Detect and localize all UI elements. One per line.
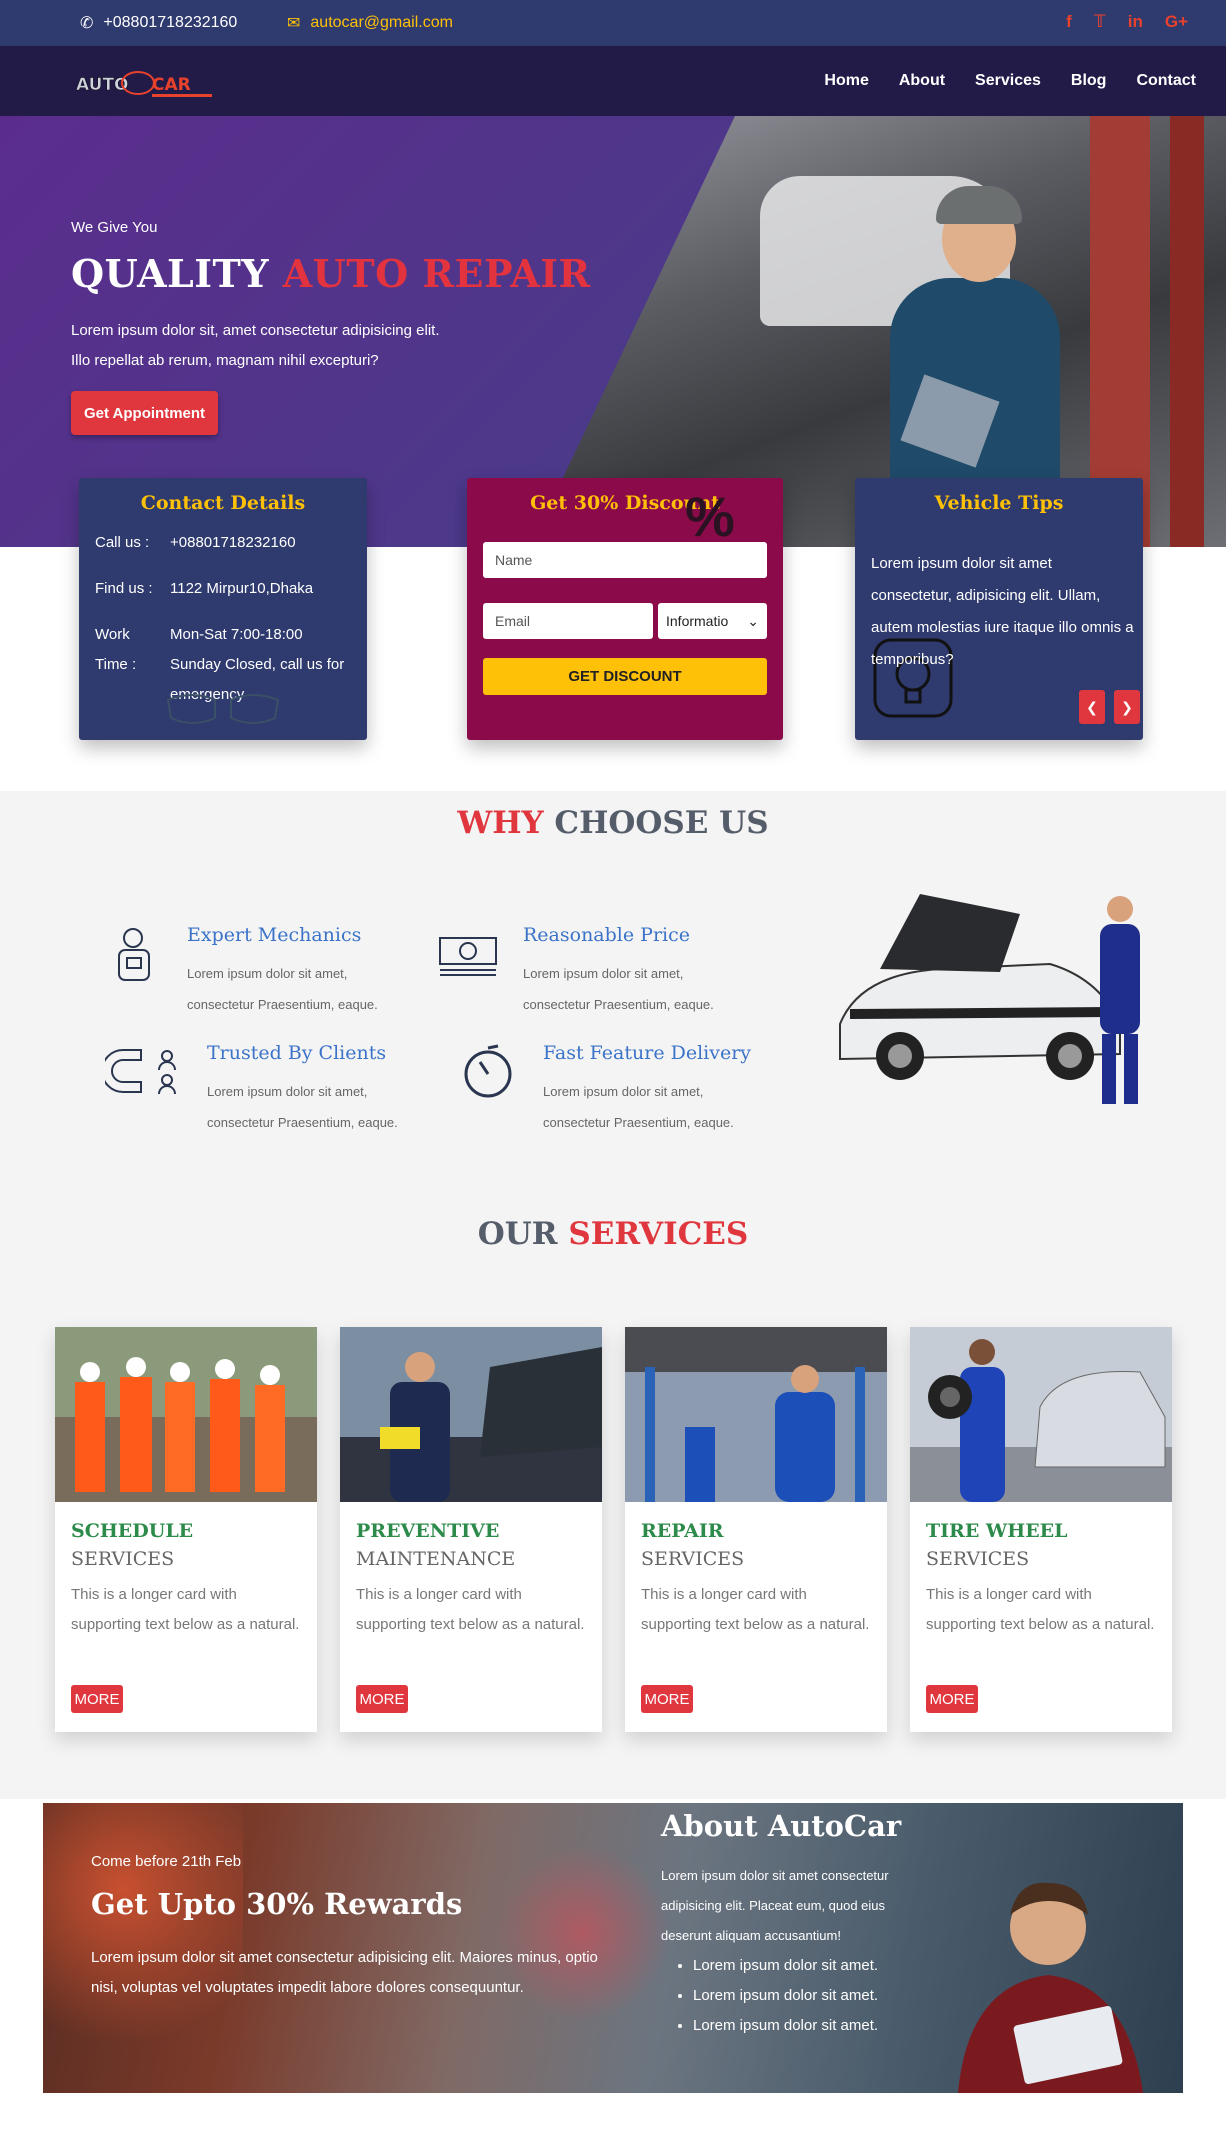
more-button[interactable]: MORE bbox=[356, 1685, 408, 1713]
phone-icon: ✆ bbox=[80, 15, 94, 32]
nav-blog[interactable]: Blog bbox=[1071, 72, 1107, 90]
vehicle-tips-box: Vehicle Tips Lorem ipsum dolor sit amet … bbox=[855, 478, 1143, 740]
list-item: Lorem ipsum dolor sit amet. bbox=[693, 2011, 953, 2041]
service-image bbox=[340, 1327, 602, 1502]
more-button[interactable]: MORE bbox=[641, 1685, 693, 1713]
feature-title: Trusted By Clients bbox=[207, 1042, 387, 1064]
twitter-icon[interactable]: 𝕋 bbox=[1094, 12, 1106, 32]
feature-reasonable-price: Reasonable Price Lorem ipsum dolor sit a… bbox=[438, 924, 758, 1024]
hero-description: Lorem ipsum dolor sit, amet consectetur … bbox=[71, 322, 440, 369]
service-text: This is a longer card with supporting te… bbox=[356, 1586, 585, 1633]
tips-text: Lorem ipsum dolor sit amet consectetur, … bbox=[871, 555, 1134, 668]
services-title: OUR SERVICES bbox=[477, 1216, 749, 1252]
discount-title: Get 30% Discount bbox=[530, 492, 720, 514]
linkedin-icon[interactable]: in bbox=[1128, 12, 1143, 32]
get-discount-button[interactable]: GET DISCOUNT bbox=[483, 658, 767, 695]
promo-about-section: Come before 21th Feb Get Upto 30% Reward… bbox=[43, 1803, 1183, 2093]
contact-title: Contact Details bbox=[140, 492, 306, 514]
service-card: REPAIR SERVICES This is a longer card wit… bbox=[625, 1327, 887, 1732]
get-appointment-button[interactable]: Get Appointment bbox=[71, 391, 218, 435]
tips-title: Vehicle Tips bbox=[934, 492, 1064, 514]
list-item: Lorem ipsum dolor sit amet. bbox=[693, 1951, 953, 1981]
service-title: TIRE WHEEL SERVICES bbox=[926, 1520, 1068, 1570]
percent-icon: % bbox=[685, 485, 735, 548]
about-text: Lorem ipsum dolor sit amet consectetur a… bbox=[661, 1868, 889, 1943]
envelope-icon: ✉ bbox=[287, 15, 301, 32]
promo-text: Lorem ipsum dolor sit amet consectetur a… bbox=[91, 1949, 598, 1996]
about-list: Lorem ipsum dolor sit amet. Lorem ipsum … bbox=[693, 1951, 953, 2041]
service-text: This is a longer card with supporting te… bbox=[926, 1586, 1155, 1633]
feature-title: Expert Mechanics bbox=[187, 924, 362, 946]
info-select[interactable]: Informatio ⌄ bbox=[658, 603, 767, 639]
service-title: REPAIR SERVICES bbox=[641, 1520, 745, 1570]
contact-row: Work Mon-Sat 7:00-18:00 bbox=[95, 626, 303, 643]
money-icon bbox=[439, 937, 497, 976]
why-title: WHY CHOOSE US bbox=[457, 805, 769, 841]
promo-title: Get Upto 30% Rewards bbox=[91, 1887, 463, 1921]
magnet-clients-icon bbox=[105, 1049, 176, 1095]
feature-text: Lorem ipsum dolor sit amet, consectetur … bbox=[207, 1084, 398, 1130]
svg-text:CAR: CAR bbox=[152, 75, 191, 95]
contact-row: Call us : +08801718232160 bbox=[95, 534, 296, 551]
main-navbar: AUTO CAR Home About Services Blog Contac… bbox=[0, 46, 1226, 116]
contact-details-box: Contact Details Call us : +08801718232160… bbox=[79, 478, 367, 740]
nav-about[interactable]: About bbox=[899, 72, 945, 90]
car-mechanic-image bbox=[839, 894, 1140, 1104]
hero-pretitle: We Give You bbox=[71, 219, 158, 236]
feature-expert-mechanics: Expert Mechanics Lorem ipsum dolor sit a… bbox=[105, 924, 425, 1024]
autocar-logo[interactable]: AUTO CAR bbox=[76, 66, 216, 100]
feature-title: Fast Feature Delivery bbox=[543, 1042, 752, 1064]
email-address: autocar@gmail.com bbox=[310, 14, 453, 31]
chevron-down-icon: ⌄ bbox=[747, 612, 759, 629]
phone-number: +08801718232160 bbox=[103, 14, 238, 31]
service-card: TIRE WHEEL SERVICES This is a longer card… bbox=[910, 1327, 1172, 1732]
timer-icon bbox=[464, 1044, 512, 1098]
prev-arrow-button[interactable]: ❮ bbox=[1079, 690, 1105, 724]
next-arrow-button[interactable]: ❯ bbox=[1114, 690, 1140, 724]
hero-title: QUALITY AUTO REPAIR bbox=[71, 251, 591, 296]
service-title: SCHEDULE SERVICES bbox=[71, 1520, 194, 1570]
service-card: SCHEDULE SERVICES This is a longer card w… bbox=[55, 1327, 317, 1732]
nav-services[interactable]: Services bbox=[975, 72, 1041, 90]
glasses-icon bbox=[166, 694, 280, 724]
service-text: This is a longer card with supporting te… bbox=[71, 1586, 300, 1633]
feature-text: Lorem ipsum dolor sit amet, consectetur … bbox=[523, 966, 714, 1012]
about-title: About AutoCar bbox=[661, 1809, 902, 1843]
feature-fast-delivery: Fast Feature Delivery Lorem ipsum dolor … bbox=[460, 1042, 780, 1142]
email-input[interactable]: Email bbox=[483, 603, 653, 639]
service-image bbox=[910, 1327, 1172, 1502]
nav-home[interactable]: Home bbox=[824, 72, 868, 90]
nav-links: Home About Services Blog Contact bbox=[824, 72, 1196, 90]
more-button[interactable]: MORE bbox=[71, 1685, 123, 1713]
more-button[interactable]: MORE bbox=[926, 1685, 978, 1713]
facebook-icon[interactable]: f bbox=[1066, 12, 1072, 32]
service-card: PREVENTIVE MAINTENANCE This is a longer c… bbox=[340, 1327, 602, 1732]
mechanic-icon bbox=[118, 928, 150, 981]
google-plus-icon[interactable]: G+ bbox=[1165, 12, 1188, 32]
promo-pretitle: Come before 21th Feb bbox=[91, 1853, 242, 1870]
list-item: Lorem ipsum dolor sit amet. bbox=[693, 1981, 953, 2011]
social-links: f 𝕋 in G+ bbox=[1066, 12, 1188, 32]
name-input[interactable]: Name bbox=[483, 542, 767, 578]
service-text: This is a longer card with supporting te… bbox=[641, 1586, 870, 1633]
discount-form-box: Get 30% Discount % Name Email Informatio… bbox=[467, 478, 783, 740]
service-title: PREVENTIVE MAINTENANCE bbox=[356, 1520, 516, 1570]
service-image bbox=[55, 1327, 317, 1502]
feature-title: Reasonable Price bbox=[523, 924, 690, 946]
top-bar: ✆ +08801718232160 ✉ autocar@gmail.com f … bbox=[0, 0, 1226, 46]
contact-row: Find us :1122 Mirpur10,Dhaka bbox=[95, 580, 314, 597]
service-image bbox=[625, 1327, 887, 1502]
about-person-image bbox=[958, 1882, 1143, 2093]
feature-trusted-clients: Trusted By Clients Lorem ipsum dolor sit… bbox=[105, 1042, 425, 1142]
svg-text:AUTO: AUTO bbox=[76, 75, 129, 95]
nav-contact[interactable]: Contact bbox=[1136, 72, 1196, 90]
email-info[interactable]: ✉ autocar@gmail.com bbox=[287, 13, 453, 33]
feature-text: Lorem ipsum dolor sit amet, consectetur … bbox=[543, 1084, 734, 1130]
feature-text: Lorem ipsum dolor sit amet, consectetur … bbox=[187, 966, 378, 1012]
phone-info[interactable]: ✆ +08801718232160 bbox=[80, 13, 237, 33]
